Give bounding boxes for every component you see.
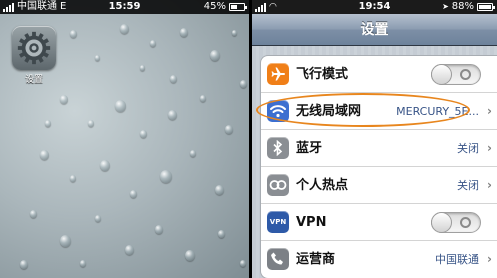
raindrop: [155, 225, 163, 234]
hotspot-icon: [267, 174, 289, 196]
raindrop: [160, 170, 172, 184]
raindrop: [190, 150, 196, 157]
raindrop: [20, 260, 28, 269]
raindrop: [100, 160, 110, 171]
battery-icon: [229, 3, 247, 11]
raindrop: [30, 210, 37, 218]
settings-row-wifi[interactable]: 无线局域网 MERCURY_5E... ›: [261, 93, 497, 130]
hotspot-status: 关闭: [457, 179, 479, 192]
status-bar: ◠ 19:54 ➤ 88%: [252, 0, 497, 14]
row-label: VPN: [296, 215, 327, 230]
wifi-icon: [267, 100, 289, 122]
status-right: ➤ 88%: [442, 0, 495, 14]
carrier-value: 中国联通: [435, 253, 479, 266]
bluetooth-status: 关闭: [457, 142, 479, 155]
battery-percent: 45%: [203, 1, 226, 12]
location-arrow-icon: ➤: [442, 2, 449, 11]
nav-title: 设置: [252, 14, 497, 46]
row-label: 个人热点: [296, 178, 349, 193]
raindrop: [115, 100, 126, 113]
settings-row-airplane-mode[interactable]: 飞行模式: [261, 56, 497, 93]
toggle-knob: [431, 64, 452, 85]
vpn-toggle[interactable]: [431, 212, 481, 233]
row-label: 飞行模式: [296, 67, 349, 82]
raindrop: [70, 30, 77, 38]
raindrop: [140, 65, 145, 71]
battery-percent: 88%: [451, 1, 474, 12]
raindrop: [150, 40, 156, 47]
chevron-right-icon: ›: [487, 252, 492, 266]
wifi-network-name: MERCURY_5E...: [396, 105, 479, 118]
airplane-mode-toggle[interactable]: [431, 64, 481, 85]
settings-row-bluetooth[interactable]: 蓝牙 关闭 ›: [261, 130, 497, 167]
raindrop: [210, 50, 220, 61]
raindrop: [232, 30, 237, 36]
raindrop: [140, 130, 147, 138]
status-right: 45%: [203, 0, 247, 14]
gear-icon: [17, 31, 51, 65]
toggle-knob: [431, 212, 452, 233]
chevron-right-icon: ›: [487, 178, 492, 192]
raindrop: [120, 24, 129, 34]
settings-row-personal-hotspot[interactable]: 个人热点 关闭 ›: [261, 167, 497, 204]
toggle-off-icon: [460, 69, 471, 80]
raindrop: [60, 95, 68, 104]
raindrop: [240, 80, 247, 88]
raindrop: [215, 185, 224, 195]
chevron-right-icon: ›: [487, 141, 492, 155]
settings-app-icon[interactable]: [12, 26, 56, 70]
raindrop: [125, 245, 134, 255]
chevron-right-icon: ›: [487, 104, 492, 118]
bluetooth-icon: [267, 137, 289, 159]
raindrop: [185, 250, 195, 261]
raindrop: [45, 120, 51, 127]
raindrop: [180, 28, 188, 37]
row-label: 蓝牙: [296, 141, 323, 156]
airplane-icon: [267, 63, 289, 85]
row-label: 运营商: [296, 252, 336, 267]
status-bar: 中国联通 E 15:59 45%: [0, 0, 249, 14]
raindrop: [40, 150, 49, 160]
vpn-icon: VPN: [267, 211, 289, 233]
row-label: 无线局域网: [296, 104, 362, 119]
raindrop: [225, 125, 233, 134]
carrier-phone-icon: [267, 248, 289, 270]
home-screen: 中国联通 E 15:59 45% 设置: [0, 0, 249, 278]
raindrop: [168, 110, 177, 120]
raindrop: [95, 55, 100, 61]
raindrop: [240, 260, 246, 267]
settings-group: 飞行模式 无线局域网 MERCURY_5E... › 蓝牙 关闭 › 个人热点 …: [260, 55, 497, 278]
raindrop: [70, 175, 76, 182]
settings-screen: ◠ 19:54 ➤ 88% 设置 飞行模式 无线局域网 MERCURY_5E..…: [252, 0, 497, 278]
toggle-off-icon: [460, 217, 471, 228]
raindrop: [88, 120, 94, 127]
raindrop: [170, 75, 177, 83]
battery-icon: [477, 3, 495, 11]
settings-row-vpn[interactable]: VPN VPN: [261, 204, 497, 241]
raindrop: [200, 95, 206, 102]
raindrop: [130, 190, 137, 198]
raindrop: [218, 230, 225, 238]
settings-row-carrier[interactable]: 运营商 中国联通 ›: [261, 241, 497, 278]
raindrop: [80, 260, 86, 267]
raindrop: [60, 235, 71, 248]
raindrop: [95, 215, 101, 222]
settings-app-label: 设置: [24, 75, 43, 85]
